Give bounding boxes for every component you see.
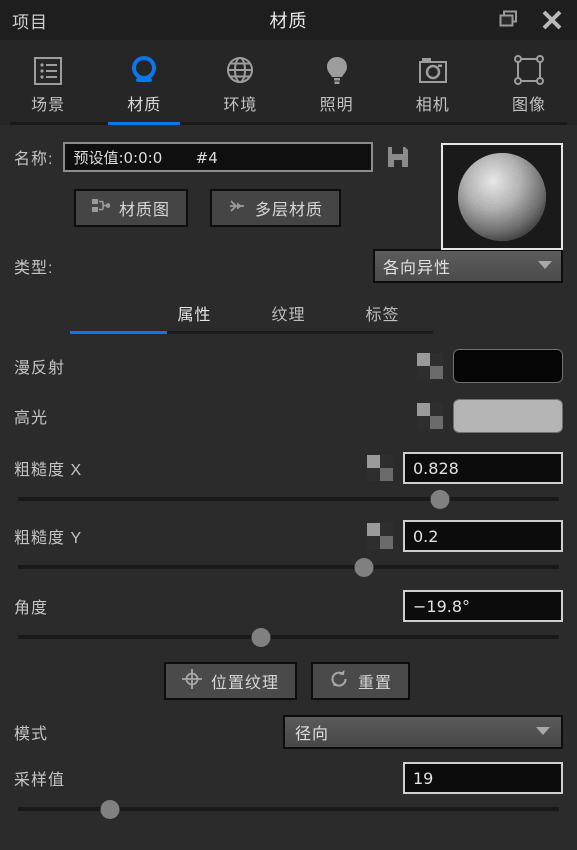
- texture-action-buttons: 位置纹理 重置: [14, 662, 563, 700]
- page-title: 材质: [269, 11, 308, 31]
- slider-track: [18, 807, 559, 811]
- checker-icon[interactable]: [367, 455, 393, 481]
- property-row-angle: 角度 −19.8°: [14, 588, 563, 624]
- name-label: 名称:: [14, 151, 54, 168]
- node-graph-icon: [92, 198, 111, 219]
- tab-active-indicator: [108, 122, 181, 125]
- tab-material[interactable]: 材质: [96, 40, 192, 125]
- property-row-roughness-y: 粗糙度 Y 0.2: [14, 518, 563, 554]
- diffuse-label: 漫反射: [14, 360, 66, 377]
- mode-select-value: 径向: [295, 726, 330, 743]
- reset-label: 重置: [358, 675, 393, 692]
- specular-color-swatch[interactable]: [453, 399, 563, 433]
- tab-underline-track: [10, 122, 567, 125]
- tab-image-label: 图像: [511, 97, 546, 114]
- mode-row: 模式 径向: [14, 714, 563, 750]
- slider-thumb[interactable]: [430, 490, 450, 509]
- sample-value-slider[interactable]: [18, 796, 559, 822]
- tab-scene-label: 场景: [31, 97, 66, 114]
- sample-value-input[interactable]: 19: [403, 762, 563, 794]
- type-row: 类型: 各向异性: [14, 249, 563, 283]
- slider-track: [18, 565, 559, 569]
- floppy-save-icon[interactable]: [383, 142, 413, 172]
- subtab-active-indicator: [70, 331, 167, 334]
- mode-label: 模式: [14, 726, 49, 743]
- angle-input[interactable]: −19.8°: [403, 590, 563, 622]
- subtab-labels[interactable]: 标签: [366, 301, 400, 325]
- material-graph-label: 材质图: [119, 202, 171, 219]
- title-bar: 项目 材质: [0, 0, 577, 40]
- multilayer-material-label: 多层材质: [255, 202, 324, 219]
- tab-material-label: 材质: [127, 97, 162, 114]
- name-input[interactable]: 预设值:0:0:0 #4: [63, 142, 374, 172]
- tab-camera[interactable]: 相机: [385, 40, 481, 125]
- checker-icon[interactable]: [367, 523, 393, 549]
- project-label[interactable]: 项目: [12, 8, 48, 33]
- property-row-specular: 高光: [14, 398, 563, 434]
- roughness-y-label: 粗糙度 Y: [14, 530, 83, 547]
- tab-image[interactable]: 图像: [481, 40, 577, 125]
- material-panel: 名称: 预设值:0:0:0 #4 材质图 多层材质 类型: 各向异性 属性 纹理…: [0, 141, 577, 822]
- type-select-value: 各向异性: [383, 260, 452, 277]
- position-texture-label: 位置纹理: [211, 675, 280, 692]
- diffuse-color-swatch[interactable]: [453, 349, 563, 383]
- layers-branch-icon: [228, 198, 246, 219]
- slider-track: [18, 497, 559, 501]
- material-graph-button[interactable]: 材质图: [74, 189, 189, 227]
- sample-value-label: 采样值: [14, 772, 66, 789]
- specular-label: 高光: [14, 410, 49, 427]
- roughness-x-label: 粗糙度 X: [14, 462, 83, 479]
- slider-track: [18, 635, 559, 639]
- tab-environment[interactable]: 环境: [192, 40, 288, 125]
- material-preview-thumbnail[interactable]: [441, 143, 563, 250]
- restore-window-icon[interactable]: [497, 7, 523, 33]
- type-label: 类型:: [14, 260, 54, 277]
- property-row-roughness-x: 粗糙度 X 0.828: [14, 450, 563, 486]
- main-tabs: 场景 材质 环境 照明 相机 图像: [0, 40, 577, 125]
- tab-lighting-label: 照明: [319, 97, 354, 114]
- slider-thumb[interactable]: [354, 558, 374, 577]
- tab-environment-label: 环境: [223, 97, 258, 114]
- sphere-icon: [127, 54, 161, 88]
- mode-select[interactable]: 径向: [283, 715, 563, 749]
- slider-thumb[interactable]: [251, 628, 271, 647]
- close-icon[interactable]: [539, 7, 565, 33]
- property-row-sample-value: 采样值 19: [14, 760, 563, 796]
- chevron-down-icon: [535, 723, 551, 741]
- property-subtabs: 属性 纹理 标签: [14, 301, 563, 334]
- angle-slider[interactable]: [18, 624, 559, 650]
- angle-label: 角度: [14, 600, 49, 617]
- crosshair-icon: [182, 668, 202, 694]
- roughness-x-input[interactable]: 0.828: [403, 452, 563, 484]
- frame-icon: [512, 54, 546, 88]
- checker-icon[interactable]: [417, 403, 443, 429]
- reset-button[interactable]: 重置: [311, 662, 411, 700]
- tab-scene[interactable]: 场景: [0, 40, 96, 125]
- globe-icon: [223, 54, 257, 88]
- multilayer-material-button[interactable]: 多层材质: [210, 189, 342, 227]
- type-select[interactable]: 各向异性: [373, 249, 563, 283]
- tab-lighting[interactable]: 照明: [289, 40, 385, 125]
- camera-icon: [416, 54, 450, 88]
- tab-camera-label: 相机: [415, 97, 450, 114]
- refresh-icon: [329, 669, 349, 694]
- subtab-texture[interactable]: 纹理: [271, 301, 305, 325]
- subtab-properties[interactable]: 属性: [177, 301, 211, 325]
- roughness-x-slider[interactable]: [18, 486, 559, 512]
- roughness-y-slider[interactable]: [18, 554, 559, 580]
- roughness-y-input[interactable]: 0.2: [403, 520, 563, 552]
- list-icon: [31, 54, 65, 88]
- position-texture-button[interactable]: 位置纹理: [164, 662, 298, 700]
- slider-thumb[interactable]: [100, 800, 120, 819]
- checker-icon[interactable]: [417, 353, 443, 379]
- property-row-diffuse: 漫反射: [14, 348, 563, 384]
- window-controls: [497, 7, 565, 33]
- bulb-icon: [320, 54, 354, 88]
- chevron-down-icon: [537, 257, 553, 275]
